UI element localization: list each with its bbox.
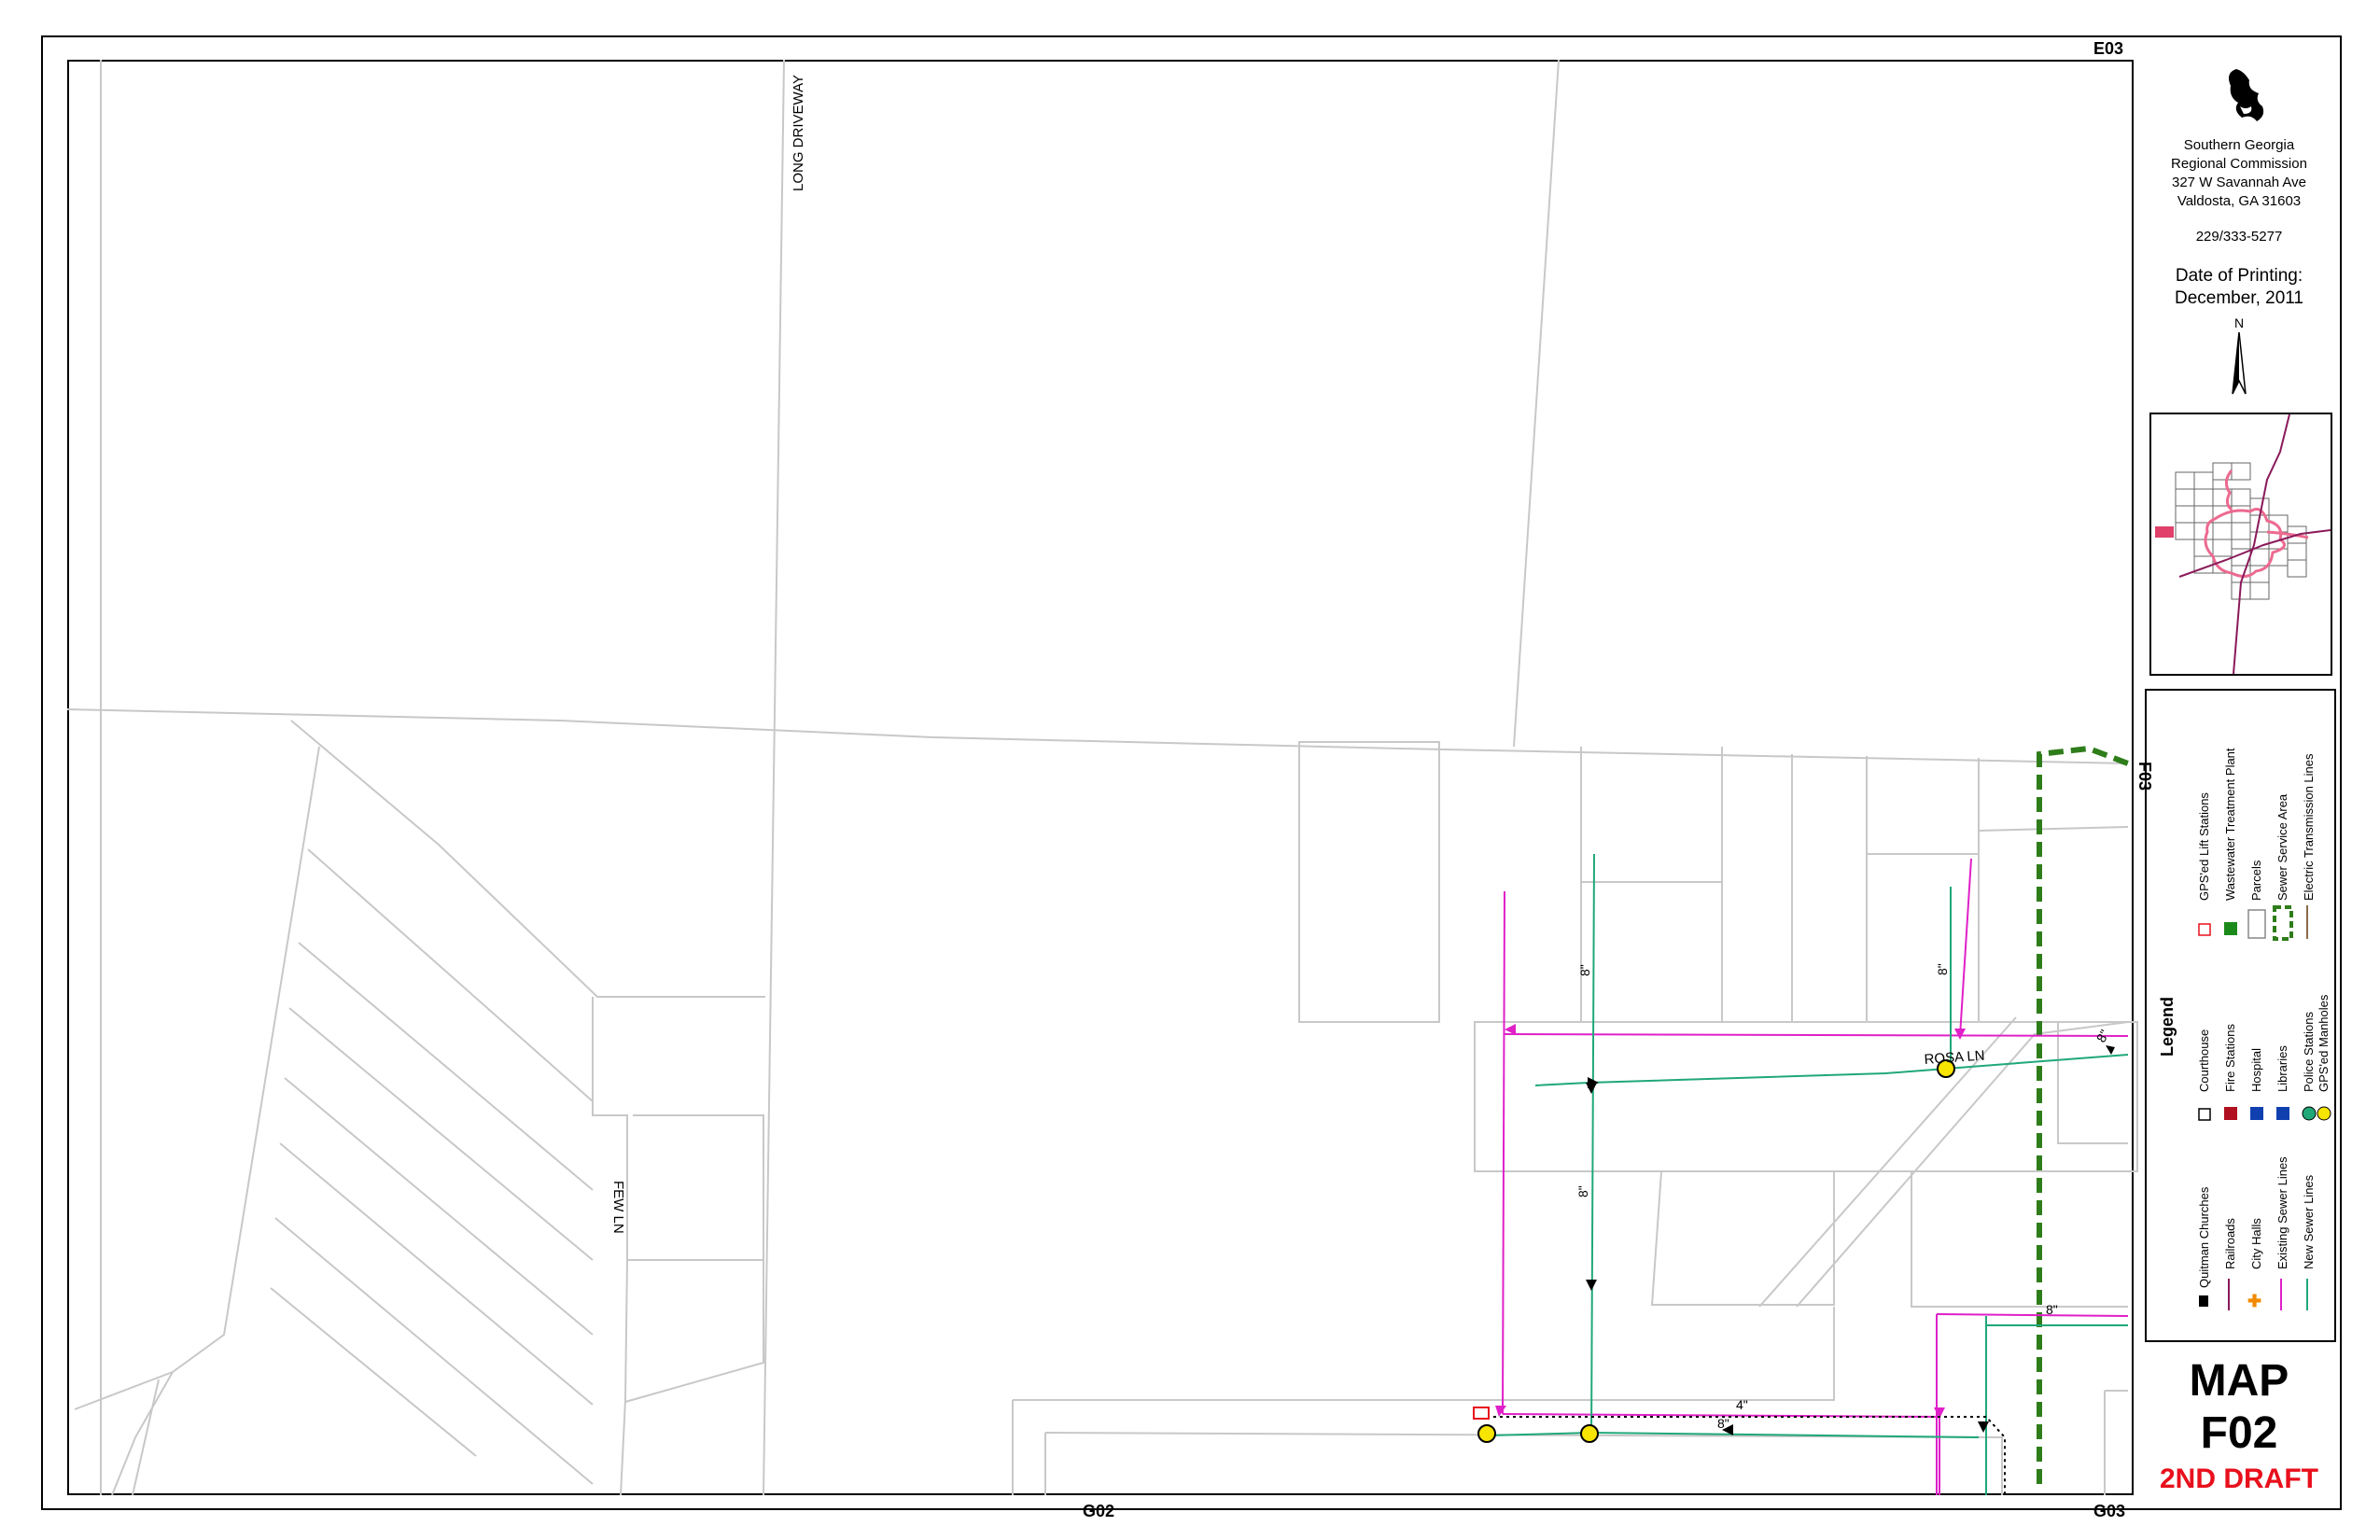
date-label: Date of Printing: (2175, 266, 2303, 286)
legend-item-label: Wastewater Treatment Plant (2223, 748, 2237, 901)
courthouse-icon (2198, 1108, 2211, 1121)
parcel-icon (2247, 909, 2266, 939)
legend-column-2: Courthouse Fire Stations Hospital Librar… (2197, 994, 2331, 1121)
agency-address-line1: 327 W Savannah Ave (2172, 175, 2306, 190)
grid-label-e03: E03 (2093, 39, 2123, 58)
legend-item-label: Electric Transmission Lines (2302, 753, 2316, 901)
lift-station-marker (1473, 1407, 1490, 1420)
grid-label-g03: G03 (2093, 1502, 2125, 1520)
legend-item-label: Courthouse (2197, 1029, 2211, 1092)
pipe-size-label: 8" (2093, 1027, 2112, 1044)
date-value: December, 2011 (2174, 288, 2303, 308)
inset-map-drawing (2155, 413, 2331, 675)
agency-name-line2: Regional Commission (2171, 156, 2307, 172)
pipe-size-label: 8" (1577, 964, 1592, 976)
legend-item-label: Hospital (2249, 1048, 2263, 1092)
hospital-icon (2250, 1107, 2263, 1120)
legend-column-1: Quitman Churches Railroads ✚ City Halls … (2197, 1156, 2316, 1310)
legend-item-label: Police Stations (2302, 1012, 2316, 1092)
legend-item-label: Libraries (2275, 1045, 2289, 1092)
draft-label: 2ND DRAFT (2160, 1463, 2318, 1494)
library-icon (2276, 1107, 2289, 1120)
pipe-size-label: 8" (1575, 1185, 1590, 1197)
street-label-rosa-ln: ROSA LN (1924, 1047, 1985, 1067)
force-main-line (1493, 1416, 2006, 1495)
legend-drawing: Legend Quitman Churches Railroads ✚ City… (2158, 748, 2331, 1310)
north-label: N (2233, 315, 2245, 330)
flow-arrows (1586, 1045, 2115, 1435)
gps-manholes (1477, 1059, 1955, 1443)
parcel-lines (66, 59, 2138, 1496)
inset-locator-map (2149, 413, 2332, 676)
legend-item-label: GPS'ed Manholes (2317, 994, 2331, 1092)
legend-item-label: Railroads (2223, 1218, 2237, 1269)
legend-box: Legend Quitman Churches Railroads ✚ City… (2145, 689, 2336, 1342)
map-word: MAP (2189, 1356, 2289, 1406)
legend-title: Legend (2158, 997, 2177, 1057)
manhole-icon (2317, 1106, 2331, 1121)
grid-label-g02: G02 (1083, 1502, 1114, 1520)
sewer-service-area-icon (2273, 905, 2293, 941)
agency-address-line2: Valdosta, GA 31603 (2177, 193, 2302, 209)
new-sewer-lines (1488, 853, 2129, 1495)
map-canvas: LONG DRIVEWAY FEW LN ROSA LN 8" 8" 8" 8"… (66, 39, 2154, 1520)
map-id: F02 (2200, 1408, 2278, 1458)
agency-name-line1: Southern Georgia (2183, 137, 2295, 153)
legend-item-label: New Sewer Lines (2302, 1174, 2316, 1269)
street-label-long-driveway: LONG DRIVEWAY (791, 75, 806, 191)
legend-item-label: Quitman Churches (2197, 1186, 2211, 1288)
city-hall-icon: ✚ (2247, 1292, 2261, 1310)
pipe-size-label: 4" (1736, 1397, 1748, 1412)
fire-station-icon (2224, 1107, 2237, 1120)
north-arrow-icon (2232, 332, 2247, 395)
pipe-size-label: 8" (2046, 1302, 2058, 1317)
legend-item-label: Existing Sewer Lines (2275, 1156, 2289, 1269)
legend-item-label: Parcels (2249, 860, 2263, 901)
sewer-service-area-boundary (2037, 745, 2130, 1484)
legend-item-label: Fire Stations (2223, 1024, 2237, 1092)
police-station-icon (2302, 1106, 2317, 1121)
pipe-size-label: 8" (1935, 963, 1950, 975)
legend-column-3: GPS'ed Lift Stations Wastewater Treatmen… (2197, 748, 2316, 941)
treatment-plant-icon (2224, 922, 2237, 935)
title-block: MAP F02 (2143, 1355, 2335, 1460)
lift-station-icon (2198, 923, 2211, 936)
legend-item-label: City Halls (2249, 1218, 2263, 1269)
agency-phone: 229/333-5277 (2195, 229, 2283, 245)
pipe-size-label: 8" (1717, 1416, 1729, 1431)
legend-item-label: GPS'ed Lift Stations (2197, 792, 2211, 901)
street-label-few-ln: FEW LN (610, 1181, 626, 1234)
church-icon (2199, 1295, 2208, 1307)
legend-item-label: Sewer Service Area (2275, 793, 2289, 901)
